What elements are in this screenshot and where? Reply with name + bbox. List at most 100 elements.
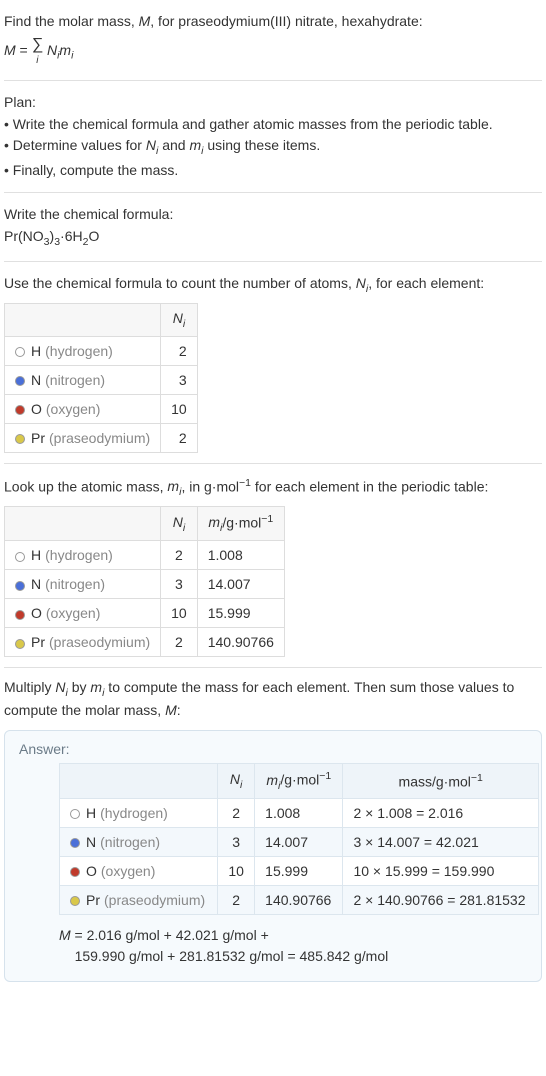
table-row: Pr(praseodymium)2 [5, 423, 198, 452]
count-value: 10 [218, 856, 255, 885]
mult-M: M [165, 702, 177, 718]
final-line2: 159.990 g/mol + 281.81532 g/mol = 485.84… [75, 948, 389, 964]
element-symbol: H [31, 547, 41, 563]
element-name: (oxygen) [101, 863, 155, 879]
count-value: 10 [161, 394, 198, 423]
element-name: (praseodymium) [49, 430, 150, 446]
element-symbol: Pr [31, 634, 45, 650]
count-value: 2 [161, 541, 198, 570]
mass-value: 1.008 [255, 798, 343, 827]
table-header-row: Ni mi/g·mol−1 [5, 506, 285, 540]
plan-b2-c: using these items. [203, 137, 320, 153]
intro-text-b: , for praseodymium(III) nitrate, hexahyd… [150, 13, 422, 29]
ath-m: m [266, 772, 278, 788]
plan-bullet-3: • Finally, compute the mass. [4, 161, 542, 181]
element-name: (hydrogen) [45, 343, 113, 359]
mass-h-a: Look up the atomic mass, [4, 478, 167, 494]
th-Ni: Ni [218, 764, 255, 798]
element-swatch-icon [70, 838, 80, 848]
element-cell: N(nitrogen) [60, 827, 218, 856]
final-M: M [59, 927, 71, 943]
mass-value: 15.999 [255, 856, 343, 885]
element-name: (oxygen) [46, 401, 100, 417]
element-name: (nitrogen) [45, 372, 105, 388]
table-row: Pr(praseodymium)2140.90766 [5, 628, 285, 657]
count-value: 3 [161, 365, 198, 394]
th-m: m [208, 514, 220, 530]
intro-text-a: Find the molar mass, [4, 13, 139, 29]
th-m-unit: /g·mol [222, 514, 261, 530]
var-M: M [139, 13, 151, 29]
intro-line: Find the molar mass, M, for praseodymium… [4, 12, 542, 32]
table-row: O(oxygen)1015.99910 × 15.999 = 159.990 [60, 856, 539, 885]
element-symbol: O [31, 605, 42, 621]
table-header-row: Ni [5, 303, 198, 336]
calc-value: 2 × 1.008 = 2.016 [343, 798, 539, 827]
ath-N-sub: i [240, 779, 242, 791]
count-heading: Use the chemical formula to count the nu… [4, 274, 542, 296]
answer-box: Answer: Ni mi/g·mol−1 mass/g·mol−1 H(hyd… [4, 730, 542, 981]
table-row: H(hydrogen)21.008 [5, 541, 285, 570]
th-Ni: Ni [161, 303, 198, 336]
eq-equals: = [16, 42, 32, 58]
table-row: N(nitrogen)314.007 [5, 570, 285, 599]
calc-value: 2 × 140.90766 = 281.81532 [343, 885, 539, 914]
th-empty [5, 506, 161, 540]
element-cell: H(hydrogen) [5, 541, 161, 570]
ath-m-unit: /g·mol [280, 772, 319, 788]
th-N: N [173, 310, 183, 326]
mult-a: Multiply [4, 679, 55, 695]
ath-m-unit-sup: −1 [319, 770, 331, 782]
count-value: 2 [218, 798, 255, 827]
element-swatch-icon [15, 376, 25, 386]
element-cell: H(hydrogen) [60, 798, 218, 827]
th-N2-sub: i [183, 521, 185, 533]
formula-section: Write the chemical formula: Pr(NO3)3·6H2… [4, 199, 542, 262]
table-row: H(hydrogen)21.0082 × 1.008 = 2.016 [60, 798, 539, 827]
element-swatch-icon [70, 809, 80, 819]
element-cell: Pr(praseodymium) [5, 628, 161, 657]
count-value: 2 [161, 423, 198, 452]
element-symbol: N [31, 576, 41, 592]
element-symbol: H [86, 805, 96, 821]
eq-M: M [4, 42, 16, 58]
element-swatch-icon [15, 434, 25, 444]
th-empty [60, 764, 218, 798]
mass-h-c: for each element in the periodic table: [251, 478, 488, 494]
element-swatch-icon [15, 581, 25, 591]
count-value: 10 [161, 599, 198, 628]
mass-h-b: , in g·mol [181, 478, 239, 494]
mass-value: 15.999 [197, 599, 284, 628]
count-N: N [356, 275, 366, 291]
multiply-text: Multiply Ni by mi to compute the mass fo… [4, 674, 542, 726]
answer-table: Ni mi/g·mol−1 mass/g·mol−1 H(hydrogen)21… [59, 763, 539, 914]
element-name: (praseodymium) [49, 634, 150, 650]
element-cell: O(oxygen) [60, 856, 218, 885]
mass-mi: mi [167, 478, 181, 494]
intro-section: Find the molar mass, M, for praseodymium… [4, 6, 542, 81]
mult-b: by [68, 679, 91, 695]
plan-heading: Plan: [4, 93, 542, 113]
plan-bullet-1: • Write the chemical formula and gather … [4, 115, 542, 135]
plan-b2-b: and [158, 137, 189, 153]
count-section: Use the chemical formula to count the nu… [4, 268, 542, 463]
formula-heading: Write the chemical formula: [4, 205, 542, 225]
eq-m-sub: i [71, 49, 73, 61]
plan-N: N [146, 137, 156, 153]
count-h-a: Use the chemical formula to count the nu… [4, 275, 356, 291]
element-swatch-icon [15, 552, 25, 562]
eq-m: m [59, 42, 71, 58]
mult-m: m [90, 679, 102, 695]
calc-value: 10 × 15.999 = 159.990 [343, 856, 539, 885]
table-row: O(oxygen)1015.999 [5, 599, 285, 628]
th-mi: mi/g·mol−1 [255, 764, 343, 798]
table-row: N(nitrogen)314.0073 × 14.007 = 42.021 [60, 827, 539, 856]
plan-mi: mi [189, 137, 203, 153]
mass-table: Ni mi/g·mol−1 H(hydrogen)21.008 N(nitrog… [4, 506, 285, 657]
element-symbol: Pr [86, 892, 100, 908]
count-value: 3 [218, 827, 255, 856]
plan-b2-a: • Determine values for [4, 137, 146, 153]
mult-N: N [55, 679, 65, 695]
count-value: 2 [161, 628, 198, 657]
sigma-symbol: ∑i [32, 34, 43, 68]
